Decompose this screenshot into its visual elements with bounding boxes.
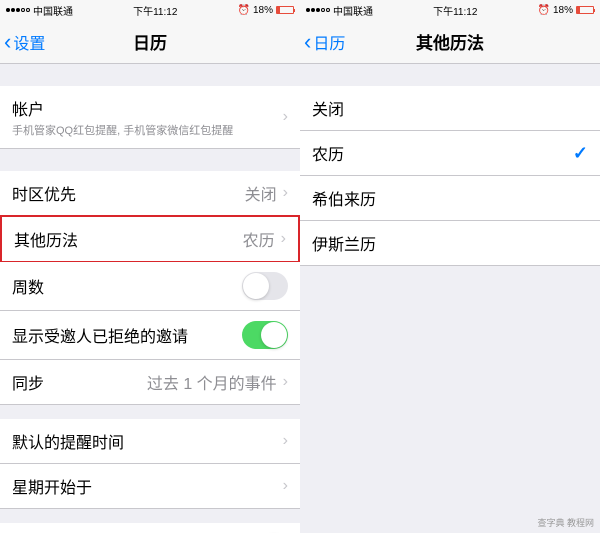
watermark: 查字典 教程网 <box>537 516 594 529</box>
back-button[interactable]: ‹ 设置 <box>0 29 45 55</box>
default-alert-cell[interactable]: 默认的提醒时间 › <box>0 419 300 464</box>
nav-bar: ‹ 日历 其他历法 <box>300 20 600 64</box>
options-list: 关闭 农历 ✓ 希伯来历 伊斯兰历 <box>300 64 600 533</box>
signal-icon <box>6 8 30 12</box>
page-title: 其他历法 <box>416 29 484 54</box>
chevron-right-icon: › <box>283 373 288 391</box>
chevron-right-icon: › <box>283 108 288 126</box>
settings-calendar-screen: 中国联通 下午11:12 ⏰ 18% ‹ 设置 日历 帐户 手机管家QQ红包提醒… <box>0 0 300 533</box>
settings-list: 帐户 手机管家QQ红包提醒, 手机管家微信红包提醒 › 时区优先 关闭 › 其他… <box>0 64 300 533</box>
alarm-icon: ⏰ <box>538 5 550 16</box>
chevron-left-icon: ‹ <box>304 29 311 55</box>
location-suggestions-cell[interactable]: 地点建议 <box>0 523 300 533</box>
option-islamic[interactable]: 伊斯兰历 <box>300 221 600 266</box>
status-bar: 中国联通 下午11:12 ⏰ 18% <box>0 0 300 20</box>
declined-events-toggle[interactable] <box>242 321 288 349</box>
checkmark-icon: ✓ <box>573 143 588 164</box>
timezone-cell[interactable]: 时区优先 关闭 › <box>0 171 300 216</box>
battery-percent: 18% <box>253 5 273 16</box>
alternate-calendar-cell[interactable]: 其他历法 农历 › <box>0 215 300 263</box>
signal-icon <box>306 8 330 12</box>
nav-bar: ‹ 设置 日历 <box>0 20 300 64</box>
carrier-label: 中国联通 <box>333 3 373 18</box>
alternate-calendar-screen: 中国联通 下午11:12 ⏰ 18% ‹ 日历 其他历法 关闭 农历 ✓ 希伯来… <box>300 0 600 533</box>
battery-icon <box>276 6 294 14</box>
week-numbers-toggle[interactable] <box>242 272 288 300</box>
back-button[interactable]: ‹ 日历 <box>300 29 345 55</box>
page-title: 日历 <box>133 29 167 54</box>
sync-cell[interactable]: 同步 过去 1 个月的事件 › <box>0 360 300 405</box>
chevron-left-icon: ‹ <box>4 29 11 55</box>
alarm-icon: ⏰ <box>238 5 250 16</box>
time-label: 下午11:12 <box>433 3 477 18</box>
time-label: 下午11:12 <box>133 3 177 18</box>
chevron-right-icon: › <box>283 432 288 450</box>
battery-icon <box>576 6 594 14</box>
battery-percent: 18% <box>553 5 573 16</box>
chevron-right-icon: › <box>283 184 288 202</box>
option-off[interactable]: 关闭 <box>300 86 600 131</box>
week-numbers-cell[interactable]: 周数 <box>0 262 300 311</box>
week-start-cell[interactable]: 星期开始于 › <box>0 464 300 509</box>
option-lunar[interactable]: 农历 ✓ <box>300 131 600 176</box>
option-hebrew[interactable]: 希伯来历 <box>300 176 600 221</box>
chevron-right-icon: › <box>281 230 286 248</box>
carrier-label: 中国联通 <box>33 3 73 18</box>
declined-events-cell[interactable]: 显示受邀人已拒绝的邀请 <box>0 311 300 360</box>
accounts-cell[interactable]: 帐户 手机管家QQ红包提醒, 手机管家微信红包提醒 › <box>0 86 300 149</box>
status-bar: 中国联通 下午11:12 ⏰ 18% <box>300 0 600 20</box>
chevron-right-icon: › <box>283 477 288 495</box>
